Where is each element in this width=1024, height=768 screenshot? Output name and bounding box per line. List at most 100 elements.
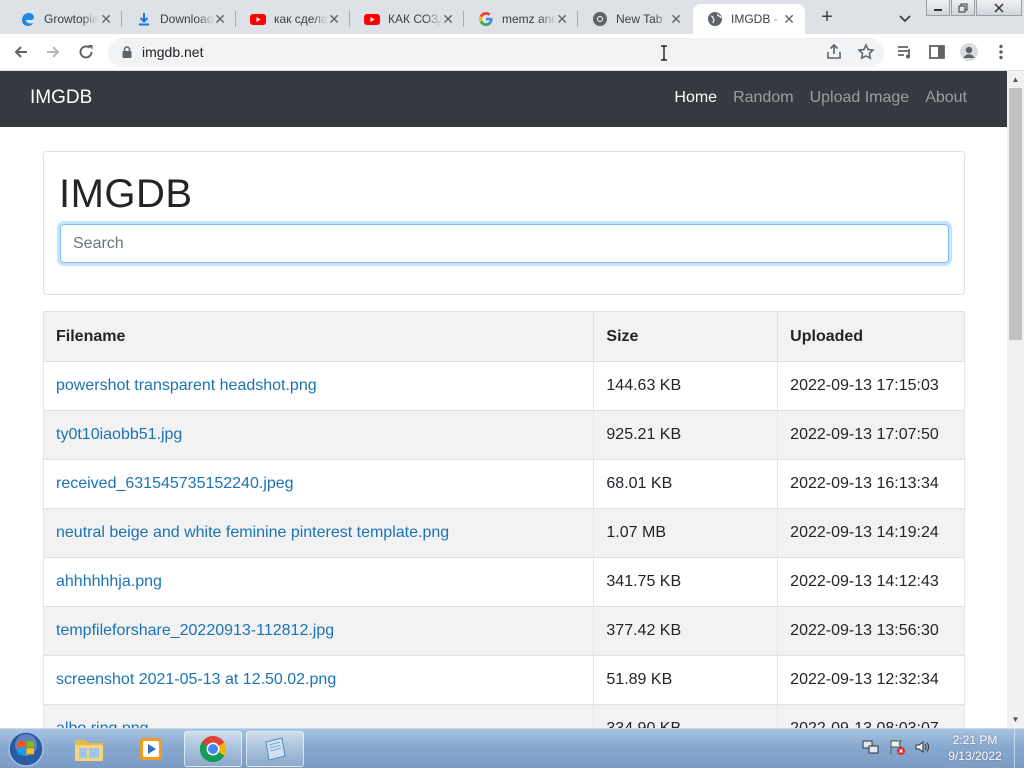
share-icon[interactable] <box>824 42 844 62</box>
start-button[interactable] <box>4 730 48 768</box>
kebab-menu-icon[interactable] <box>991 42 1011 62</box>
table-row: ahhhhhhja.png 341.75 KB 2022-09-13 14:12… <box>42 557 965 607</box>
taskbar-media-player[interactable] <box>122 731 180 767</box>
file-link[interactable]: received_631545735152240.jpeg <box>56 475 294 492</box>
taskbar-clock[interactable]: 2:21 PM 9/13/2022 <box>934 732 1016 764</box>
new-tab-button[interactable]: + <box>815 6 839 30</box>
files-table: Filename Size Uploaded powershot transpa… <box>42 311 965 728</box>
bookmark-star-icon[interactable] <box>856 42 876 62</box>
download-icon <box>136 11 152 27</box>
site-brand[interactable]: IMGDB <box>30 87 92 109</box>
back-arrow-icon[interactable] <box>11 42 31 62</box>
table-row: received_631545735152240.jpeg 68.01 KB 2… <box>42 459 965 509</box>
nav-random[interactable]: Random <box>733 89 793 107</box>
column-header-filename[interactable]: Filename <box>42 311 595 362</box>
close-icon[interactable]: ✕ <box>670 11 682 27</box>
tab-imgdb[interactable]: IMGDB - ✕ <box>693 4 805 34</box>
page-title: IMGDB <box>59 172 193 216</box>
table-row: albo ring.png 334.90 KB 2022-09-13 08:03… <box>42 704 965 728</box>
uploaded-cell: 2022-09-13 12:32:34 <box>777 655 965 705</box>
uploaded-cell: 2022-09-13 14:19:24 <box>777 508 965 558</box>
file-link[interactable]: neutral beige and white feminine pintere… <box>56 524 449 541</box>
window-close-button[interactable] <box>976 0 1022 16</box>
file-link[interactable]: albo ring.png <box>56 720 149 728</box>
column-header-uploaded[interactable]: Uploaded <box>777 311 965 362</box>
tab-title: memz and <box>502 12 556 26</box>
filename-cell: powershot transparent headshot.png <box>42 361 595 411</box>
chrome-icon <box>199 736 227 763</box>
tab-google-search[interactable]: memz and ✕ <box>464 4 578 34</box>
tab-new-tab[interactable]: New Tab ✕ <box>578 4 692 34</box>
file-link[interactable]: screenshot 2021-05-13 at 12.50.02.png <box>56 671 336 688</box>
close-icon[interactable]: ✕ <box>556 11 568 27</box>
nav-about[interactable]: About <box>925 89 967 107</box>
network-icon[interactable] <box>862 738 880 761</box>
tab-title: Downloads <box>160 12 214 26</box>
scroll-down-arrow-icon[interactable]: ▼ <box>1007 711 1024 728</box>
lock-icon[interactable] <box>120 45 134 59</box>
close-icon[interactable]: ✕ <box>214 11 226 27</box>
scroll-up-arrow-icon[interactable]: ▲ <box>1007 71 1024 88</box>
table-row: tempfileforshare_20220913-112812.jpg 377… <box>42 606 965 656</box>
taskbar-notepad[interactable] <box>246 731 304 767</box>
google-icon <box>478 11 494 27</box>
filename-cell: albo ring.png <box>42 704 595 728</box>
file-link[interactable]: ty0t10iaobb51.jpg <box>56 426 182 443</box>
tab-search-chevron-icon[interactable] <box>895 8 915 28</box>
tab-downloads[interactable]: Downloads ✕ <box>122 4 236 34</box>
side-panel-icon[interactable] <box>927 42 947 62</box>
reload-icon[interactable] <box>76 42 96 62</box>
tab-title: Growtopia <box>44 12 98 26</box>
nav-upload-image[interactable]: Upload Image <box>810 89 910 107</box>
size-cell: 925.21 KB <box>593 410 779 460</box>
windows-orb-icon <box>8 731 44 767</box>
notepad-icon <box>265 737 286 761</box>
close-icon[interactable]: ✕ <box>783 11 795 27</box>
filename-cell: received_631545735152240.jpeg <box>42 459 595 509</box>
windows-taskbar: 2:21 PM 9/13/2022 <box>0 728 1024 768</box>
close-icon[interactable]: ✕ <box>100 11 112 27</box>
nav-links: Home Random Upload Image About <box>674 89 967 107</box>
filename-cell: tempfileforshare_20220913-112812.jpg <box>42 606 595 656</box>
nav-home[interactable]: Home <box>674 89 717 107</box>
show-desktop-button[interactable] <box>1014 729 1024 768</box>
file-link[interactable]: ahhhhhhja.png <box>56 573 162 590</box>
tab-youtube-2[interactable]: КАК СОЗДАТЬ ✕ <box>350 4 464 34</box>
close-icon[interactable]: ✕ <box>328 11 340 27</box>
uploaded-cell: 2022-09-13 16:13:34 <box>777 459 965 509</box>
uploaded-cell: 2022-09-13 08:03:07 <box>777 704 965 728</box>
action-center-flag-icon[interactable] <box>888 738 906 761</box>
tab-growtopia[interactable]: Growtopia ✕ <box>6 4 122 34</box>
column-header-size[interactable]: Size <box>593 311 779 362</box>
tab-youtube-1[interactable]: как сделать ✕ <box>236 4 350 34</box>
restore-button[interactable] <box>951 0 975 16</box>
table-row: neutral beige and white feminine pintere… <box>42 508 965 558</box>
taskbar-chrome[interactable] <box>184 731 242 767</box>
forward-arrow-icon[interactable] <box>43 42 63 62</box>
size-cell: 144.63 KB <box>593 361 779 411</box>
size-cell: 1.07 MB <box>593 508 779 558</box>
globe-icon <box>707 11 723 27</box>
close-icon[interactable]: ✕ <box>442 11 454 27</box>
media-player-icon <box>140 738 162 760</box>
system-tray <box>862 738 932 761</box>
page-scrollbar[interactable]: ▲ ▼ <box>1007 71 1024 728</box>
edge-icon <box>20 11 36 27</box>
minimize-button[interactable] <box>926 0 950 16</box>
profile-avatar-icon[interactable] <box>959 42 979 62</box>
address-bar[interactable]: imgdb.net <box>108 38 884 67</box>
search-input[interactable] <box>60 224 949 263</box>
uploaded-cell: 2022-09-13 14:12:43 <box>777 557 965 607</box>
media-control-icon[interactable] <box>895 42 915 62</box>
uploaded-cell: 2022-09-13 17:15:03 <box>777 361 965 411</box>
tab-title: IMGDB - <box>731 12 778 26</box>
browser-tab-strip: Growtopia ✕ Downloads ✕ как сделать ✕ КА… <box>0 0 1024 34</box>
file-link[interactable]: tempfileforshare_20220913-112812.jpg <box>56 622 334 639</box>
uploaded-cell: 2022-09-13 17:07:50 <box>777 410 965 460</box>
scroll-thumb[interactable] <box>1009 88 1022 340</box>
file-link[interactable]: powershot transparent headshot.png <box>56 377 317 394</box>
volume-icon[interactable] <box>914 738 932 761</box>
size-cell: 334.90 KB <box>593 704 779 728</box>
filename-cell: ahhhhhhja.png <box>42 557 595 607</box>
taskbar-explorer[interactable] <box>60 731 118 767</box>
